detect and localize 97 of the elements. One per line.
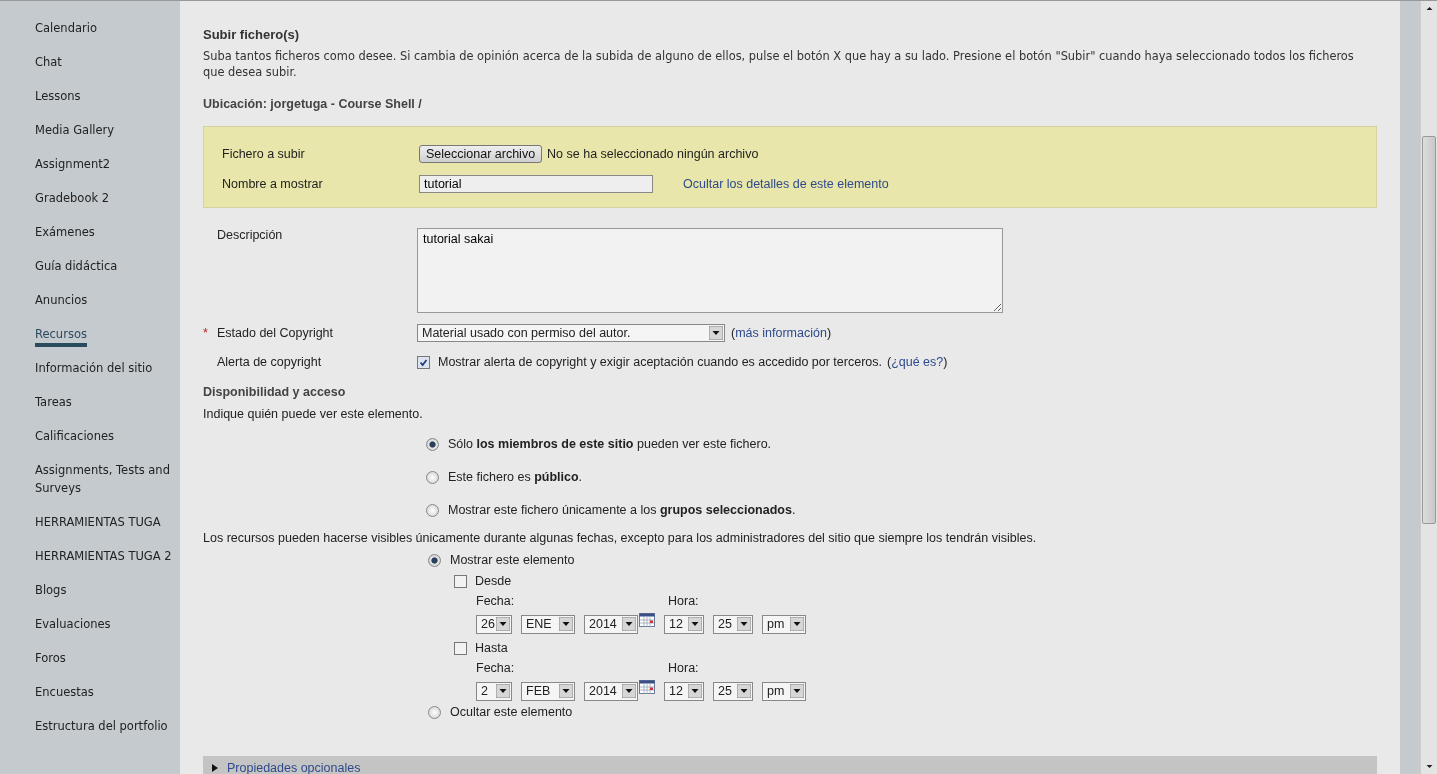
sidebar-item[interactable]: HERRAMIENTAS TUGA: [35, 513, 161, 531]
sidebar-item[interactable]: Estructura del portfolio: [35, 717, 168, 735]
radio-label: Sólo los miembros de este sitio pueden ver este fichero.: [448, 437, 772, 451]
scrollbar-thumb[interactable]: [1422, 136, 1436, 524]
field-label: Estado del Copyright: [217, 326, 335, 340]
sidebar-item[interactable]: Media Gallery: [35, 121, 115, 139]
date-select[interactable]: 2014: [584, 614, 638, 634]
caret-icon[interactable]: [709, 326, 723, 340]
scrollbar[interactable]: [1420, 1, 1437, 774]
checkbox[interactable]: [454, 574, 467, 588]
caret-icon[interactable]: [496, 684, 510, 698]
field-label: Nombre a mostrar: [222, 177, 324, 191]
sidebar-item[interactable]: Assignment2: [35, 155, 111, 173]
caret-icon[interactable]: [559, 684, 573, 698]
radio-label: Ocultar este elemento: [450, 705, 573, 719]
sidebar-item[interactable]: Gradebook 2: [35, 189, 110, 207]
checkbox-label: Hasta: [475, 641, 508, 655]
time-select[interactable]: 25: [713, 614, 753, 634]
more-info-link[interactable]: más información: [735, 326, 827, 340]
date-select[interactable]: ENE: [521, 614, 575, 634]
copyright-select[interactable]: Material usado con permiso del autor.: [417, 324, 725, 342]
time-label: Hora:: [668, 594, 699, 608]
caret-icon[interactable]: [559, 617, 573, 631]
sidebar-item[interactable]: Chat: [35, 53, 62, 71]
caret-icon[interactable]: [737, 617, 751, 631]
field-label: Alerta de copyright: [217, 355, 323, 369]
checkbox[interactable]: [454, 641, 467, 655]
description-field[interactable]: tutorial sakai: [417, 228, 1003, 313]
calendar-icon[interactable]: [639, 680, 655, 694]
field-label: Fichero a subir: [222, 147, 306, 161]
sidebar-item[interactable]: Evaluaciones: [35, 615, 111, 633]
date-select[interactable]: 2: [476, 681, 512, 701]
time-select[interactable]: 12: [664, 681, 704, 701]
caret-icon[interactable]: [790, 684, 804, 698]
sidebar-item[interactable]: Encuestas: [35, 683, 94, 701]
caret-icon[interactable]: [622, 617, 636, 631]
date-select[interactable]: FEB: [521, 681, 575, 701]
date-label: Fecha:: [476, 594, 516, 608]
time-label: Hora:: [668, 661, 699, 675]
sidebar-item[interactable]: HERRAMIENTAS TUGA 2: [35, 547, 172, 565]
date-select[interactable]: 2014: [584, 681, 638, 701]
expand-icon: [211, 764, 219, 772]
radio-button[interactable]: [426, 437, 439, 451]
optional-properties-link[interactable]: Propiedades opcionales: [227, 761, 361, 774]
radio-button[interactable]: [426, 470, 439, 484]
sidebar-item[interactable]: Exámenes: [35, 223, 95, 241]
alert-text: Mostrar alerta de copyright y exigir aceptación cuando es accedido por terceros.: [438, 355, 882, 369]
paren-text: ): [826, 326, 832, 340]
location-path: Ubicación: jorgetuga - Course Shell /: [203, 97, 423, 111]
radio-label: Este fichero es público.: [448, 470, 583, 484]
radio-button[interactable]: [428, 705, 441, 719]
required-mark: *: [203, 326, 209, 340]
time-select[interactable]: pm: [762, 681, 806, 701]
date-label: Fecha:: [476, 661, 516, 675]
sidebar-item[interactable]: Guía didáctica: [35, 257, 118, 275]
calendar-icon[interactable]: [639, 613, 655, 627]
caret-icon[interactable]: [688, 617, 702, 631]
field-label: Descripción: [217, 228, 284, 242]
time-select[interactable]: 12: [664, 614, 704, 634]
caret-icon[interactable]: [622, 684, 636, 698]
caret-icon[interactable]: [790, 617, 804, 631]
date-select[interactable]: 26: [476, 614, 512, 634]
hide-details-link[interactable]: Ocultar los detalles de este elemento: [683, 177, 889, 191]
sidebar-item[interactable]: Blogs: [35, 581, 67, 599]
sidebar-item[interactable]: Foros: [35, 649, 66, 667]
optional-properties-bar[interactable]: Propiedades opcionales: [203, 756, 1377, 774]
section-title: Subir fichero(s): [203, 27, 301, 42]
what-is-link[interactable]: ¿qué es?: [891, 355, 944, 369]
section-heading: Disponibilidad y acceso: [203, 385, 347, 399]
caret-icon[interactable]: [737, 684, 751, 698]
sidebar-item[interactable]: Calendario: [35, 19, 97, 37]
instructions-text: Suba tantos ficheros como desee. Si cambia de opinión acerca de la subida de alguno de ellos, pulse el botón X que hay a su lado. Presione el botón "Subir" cuando haya seleccionado todos los ficheros que desea subir.: [203, 48, 1355, 80]
paren-text: (: [887, 355, 892, 369]
select-file-button[interactable]: Seleccionar archivo: [419, 145, 543, 163]
caret-icon[interactable]: [688, 684, 702, 698]
caret-icon[interactable]: [496, 617, 510, 631]
sidebar-item[interactable]: Anuncios: [35, 291, 88, 309]
display-name-field[interactable]: tutorial: [419, 175, 653, 193]
sidebar-item[interactable]: Información del sitio: [35, 359, 153, 377]
sidebar-item[interactable]: Assignments, Tests and Surveys: [35, 461, 177, 497]
sidebar-item[interactable]: Calificaciones: [35, 427, 114, 445]
checkbox[interactable]: [417, 355, 430, 369]
sidebar-item[interactable]: Recursos: [35, 327, 87, 347]
time-select[interactable]: 25: [713, 681, 753, 701]
sidebar-item[interactable]: Tareas: [35, 393, 72, 411]
hint-text: Indique quién puede ver este elemento.: [203, 407, 424, 421]
radio-button[interactable]: [428, 553, 441, 567]
radio-button[interactable]: [426, 503, 439, 517]
radio-label: Mostrar este elemento: [450, 553, 575, 567]
visibility-note: Los recursos pueden hacerse visibles únicamente durante algunas fechas, excepto para los administradores del sitio que siempre los tendrán visibles.: [203, 531, 1038, 545]
paren-text: ): [943, 355, 948, 369]
file-status-text: No se ha seleccionado ningún archivo: [547, 147, 759, 161]
time-select[interactable]: pm: [762, 614, 806, 634]
checkbox-label: Desde: [475, 574, 512, 588]
sidebar-item[interactable]: Lessons: [35, 87, 81, 105]
paren-text: (: [731, 326, 736, 340]
radio-label: Mostrar este fichero únicamente a los grupos seleccionados.: [448, 503, 796, 517]
